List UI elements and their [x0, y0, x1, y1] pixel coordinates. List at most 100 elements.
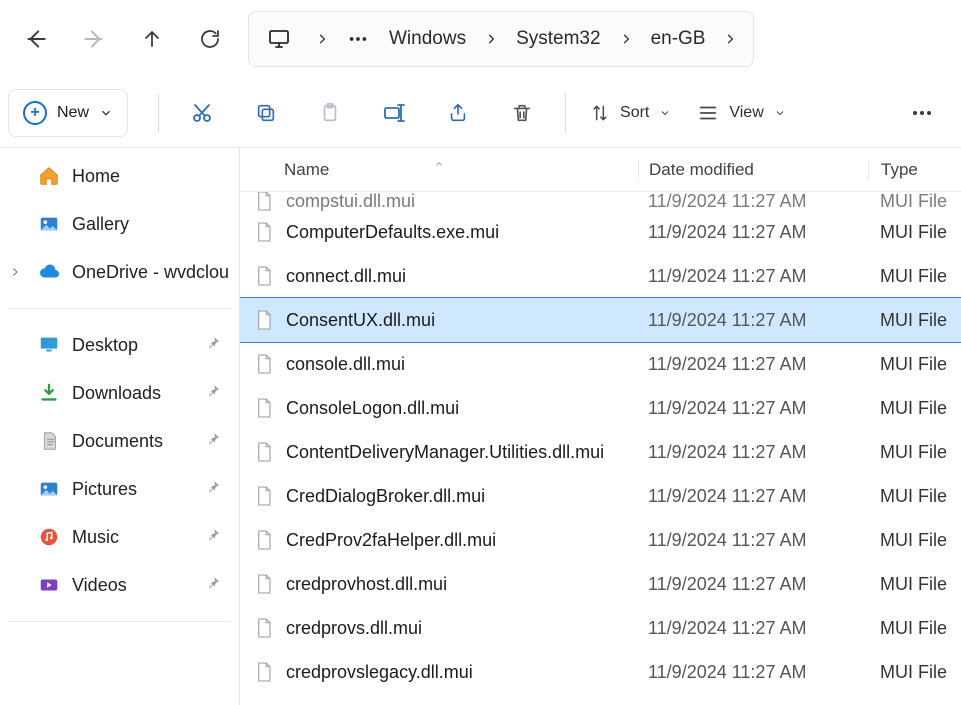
sidebar-item-videos[interactable]: Videos [0, 561, 239, 609]
file-row[interactable]: credprovslegacy.dll.mui11/9/2024 11:27 A… [240, 650, 961, 694]
file-row[interactable]: connect.dll.mui11/9/2024 11:27 AMMUI Fil… [240, 254, 961, 298]
view-button[interactable]: View [685, 89, 797, 137]
up-button[interactable] [124, 11, 180, 67]
file-name: CredProv2faHelper.dll.mui [286, 530, 496, 551]
file-list[interactable]: compstui.dll.mui11/9/2024 11:27 AMMUI Fi… [240, 192, 961, 705]
cut-button[interactable] [171, 89, 233, 137]
column-header-name[interactable]: Name [240, 160, 638, 180]
copy-button[interactable] [235, 89, 297, 137]
file-name-cell: credprovhost.dll.mui [240, 572, 638, 596]
file-icon [254, 220, 274, 244]
file-icon [254, 572, 274, 596]
file-date-cell: 11/9/2024 11:27 AM [638, 192, 868, 212]
pin-icon[interactable] [205, 335, 231, 356]
file-row[interactable]: CredProv2faHelper.dll.mui11/9/2024 11:27… [240, 518, 961, 562]
file-row[interactable]: ContentDeliveryManager.Utilities.dll.mui… [240, 430, 961, 474]
file-type-cell: MUI File [868, 662, 961, 683]
plus-circle-icon: + [23, 101, 47, 125]
file-type-cell: MUI File [868, 530, 961, 551]
sidebar-item-desktop[interactable]: Desktop [0, 321, 239, 369]
breadcrumb-segment-windows[interactable]: Windows [379, 24, 476, 54]
file-name: compstui.dll.mui [286, 192, 415, 212]
sidebar-item-label: Music [72, 527, 119, 548]
file-type-cell: MUI File [868, 398, 961, 419]
sidebar-item-label: Documents [72, 431, 163, 452]
breadcrumb-segment-system32[interactable]: System32 [506, 24, 610, 54]
file-date-cell: 11/9/2024 11:27 AM [638, 618, 868, 639]
pin-icon[interactable] [205, 527, 231, 548]
file-name-cell: console.dll.mui [240, 352, 638, 376]
forward-button[interactable] [66, 11, 122, 67]
sidebar-item-onedrive[interactable]: OneDrive - wvdclou [0, 248, 239, 296]
paste-button[interactable] [299, 89, 361, 137]
sidebar-item-music[interactable]: Music [0, 513, 239, 561]
file-row[interactable]: compstui.dll.mui 11/9/2024 11:27 AMMUI Fi… [240, 192, 961, 210]
sidebar-item-documents[interactable]: Documents [0, 417, 239, 465]
column-header-date[interactable]: Date modified [638, 160, 868, 180]
sidebar-separator [8, 308, 231, 309]
column-header-type[interactable]: Type [868, 160, 961, 180]
breadcrumb-more[interactable] [337, 24, 379, 54]
sidebar-item-label: Gallery [72, 214, 129, 235]
file-row[interactable]: credprovs.dll.mui11/9/2024 11:27 AMMUI F… [240, 606, 961, 650]
sidebar-item-gallery[interactable]: Gallery [0, 200, 239, 248]
file-icon [254, 264, 274, 288]
sidebar-item-pictures[interactable]: Pictures [0, 465, 239, 513]
file-name: ContentDeliveryManager.Utilities.dll.mui [286, 442, 604, 463]
chevron-right-icon[interactable] [6, 263, 24, 281]
pictures-icon [38, 478, 60, 500]
pin-icon[interactable] [205, 431, 231, 452]
file-icon [254, 528, 274, 552]
breadcrumb-segment-engb[interactable]: en-GB [641, 24, 716, 54]
file-name-cell: ConsoleLogon.dll.mui [240, 396, 638, 420]
column-header-label: Name [284, 160, 329, 180]
file-date-cell: 11/9/2024 11:27 AM [638, 266, 868, 287]
chevron-right-icon[interactable] [311, 28, 333, 50]
chevron-down-icon [659, 107, 671, 119]
sidebar-item-downloads[interactable]: Downloads [0, 369, 239, 417]
file-row[interactable]: CredDialogBroker.dll.mui 11/9/2024 11:27 … [240, 474, 961, 518]
file-type-cell: MUI File [868, 442, 961, 463]
chevron-right-icon[interactable] [480, 28, 502, 50]
music-icon [38, 526, 60, 548]
file-name: ConsoleLogon.dll.mui [286, 398, 459, 419]
chevron-right-icon[interactable] [615, 28, 637, 50]
pc-icon[interactable] [257, 23, 301, 55]
refresh-button[interactable] [182, 11, 238, 67]
file-date-cell: 11/9/2024 11:27 AM [638, 486, 868, 507]
sort-button[interactable]: Sort [578, 89, 683, 137]
file-row[interactable]: console.dll.mui11/9/2024 11:27 AMMUI Fil… [240, 342, 961, 386]
file-type-cell: MUI File [868, 192, 961, 212]
file-row[interactable]: ConsentUX.dll.mui11/9/2024 11:27 AMMUI F… [240, 298, 961, 342]
file-name-cell: credprovslegacy.dll.mui [240, 660, 638, 684]
new-button[interactable]: + New [8, 89, 128, 137]
file-row[interactable]: ComputerDefaults.exe.mui11/9/2024 11:27 … [240, 210, 961, 254]
file-name-cell: credprovs.dll.mui [240, 616, 638, 640]
sidebar-item-label: Videos [72, 575, 127, 596]
toolbar-separator [158, 93, 159, 133]
file-name-cell: CredProv2faHelper.dll.mui [240, 528, 638, 552]
back-button[interactable] [8, 11, 64, 67]
chevron-right-icon[interactable] [719, 28, 741, 50]
breadcrumb[interactable]: Windows System32 en-GB [248, 11, 754, 67]
pin-icon[interactable] [205, 479, 231, 500]
file-name-cell: connect.dll.mui [240, 264, 638, 288]
file-name-cell: CredDialogBroker.dll.mui [240, 484, 638, 508]
file-date-cell: 11/9/2024 11:27 AM [638, 662, 868, 683]
pin-icon[interactable] [205, 575, 231, 596]
sidebar-item-home[interactable]: Home [0, 152, 239, 200]
rename-button[interactable] [363, 89, 425, 137]
file-date-cell: 11/9/2024 11:27 AM [638, 442, 868, 463]
delete-button[interactable] [491, 89, 553, 137]
file-date-cell: 11/9/2024 11:27 AM [638, 354, 868, 375]
navigation-sidebar: Home Gallery OneDrive - wvdclou Desktop … [0, 148, 240, 705]
file-row[interactable]: ConsoleLogon.dll.mui11/9/2024 11:27 AMMU… [240, 386, 961, 430]
file-name-cell: ComputerDefaults.exe.mui [240, 220, 638, 244]
share-button[interactable] [427, 89, 489, 137]
pin-icon[interactable] [205, 383, 231, 404]
file-name: CredDialogBroker.dll.mui [286, 486, 485, 507]
file-row[interactable]: credprovhost.dll.mui11/9/2024 11:27 AMMU… [240, 562, 961, 606]
file-date-cell: 11/9/2024 11:27 AM [638, 574, 868, 595]
more-button[interactable] [891, 89, 953, 137]
download-icon [38, 382, 60, 404]
